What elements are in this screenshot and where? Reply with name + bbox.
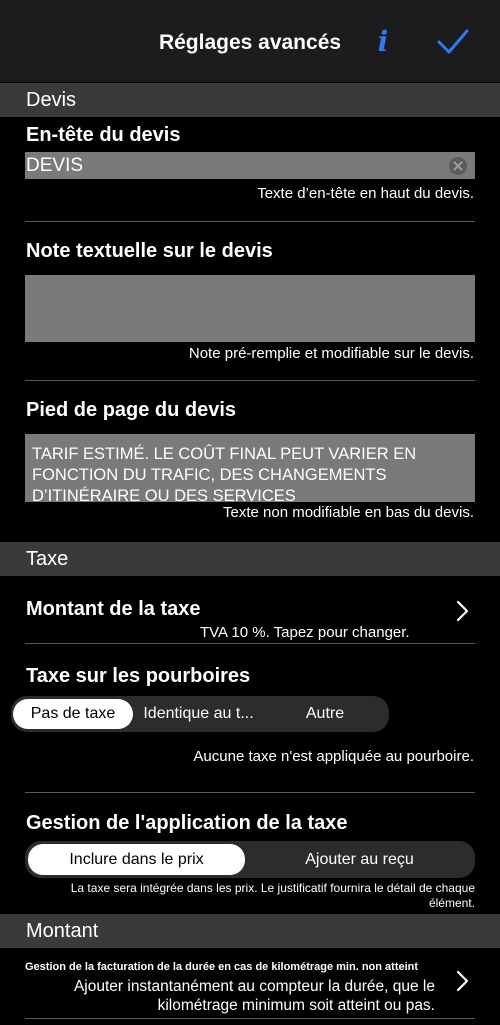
- entete-hint: Texte d’en-tête en haut du devis.: [257, 185, 474, 202]
- apply-option-include[interactable]: Inclure dans le prix: [28, 844, 245, 875]
- footer-value: TARIF ESTIMÉ. LE COÛT FINAL PEUT VARIER …: [32, 445, 417, 502]
- page-title: Réglages avancés: [158, 31, 342, 54]
- clear-icon[interactable]: [449, 157, 467, 175]
- divider: [25, 643, 475, 644]
- apply-option-receipt[interactable]: Ajouter au reçu: [247, 844, 472, 875]
- note-hint: Note pré-remplie et modifiable sur le de…: [188, 345, 474, 362]
- navigation-bar: Réglages avancés i: [0, 0, 500, 82]
- duration-billing-label: Gestion de la facturation de la durée en…: [25, 961, 419, 973]
- tips-option-other[interactable]: Autre: [264, 699, 386, 729]
- duration-billing-row[interactable]: Gestion de la facturation de la durée en…: [0, 952, 500, 1018]
- divider: [25, 221, 475, 222]
- tax-apply-segmented-control[interactable]: Inclure dans le prix Ajouter au reçu: [25, 841, 475, 878]
- tips-tax-hint: Aucune taxe n'est appliquée au pourboire…: [193, 748, 474, 765]
- chevron-right-icon: [456, 970, 469, 992]
- tax-amount-row[interactable]: Montant de la taxe TVA 10 %. Tapez pour …: [0, 586, 500, 642]
- footer-label: Pied de page du devis: [26, 399, 237, 421]
- footer-hint: Texte non modifiable en bas du devis.: [223, 504, 474, 521]
- tips-option-same[interactable]: Identique au t...: [135, 699, 262, 729]
- tips-tax-label: Taxe sur les pourboires: [26, 665, 251, 687]
- chevron-right-icon: [456, 600, 469, 622]
- checkmark-icon[interactable]: [436, 28, 470, 56]
- section-title: Montant: [26, 920, 99, 942]
- note-label: Note textuelle sur le devis: [26, 240, 273, 262]
- tax-amount-hint: TVA 10 %. Tapez pour changer.: [200, 624, 410, 641]
- tax-apply-hint: La taxe sera intégrée dans les prix. Le …: [70, 881, 475, 910]
- footer-field: TARIF ESTIMÉ. LE COÛT FINAL PEUT VARIER …: [25, 434, 475, 502]
- entete-field[interactable]: DEVIS: [25, 152, 475, 179]
- section-header-montant: Montant: [0, 914, 500, 948]
- section-header-devis: Devis: [0, 83, 500, 117]
- tips-option-none[interactable]: Pas de taxe: [13, 699, 133, 729]
- divider: [25, 792, 475, 793]
- section-title: Taxe: [26, 548, 69, 570]
- entete-value: DEVIS: [26, 155, 84, 176]
- tips-tax-segmented-control[interactable]: Pas de taxe Identique au t... Autre: [11, 696, 389, 732]
- section-header-taxe: Taxe: [0, 542, 500, 576]
- divider: [25, 1018, 475, 1019]
- tax-amount-label: Montant de la taxe: [26, 598, 201, 620]
- note-field[interactable]: [25, 275, 475, 342]
- tax-apply-label: Gestion de l'application de la taxe: [26, 812, 348, 834]
- entete-label: En-tête du devis: [26, 124, 181, 146]
- duration-billing-hint: Ajouter instantanément au compteur la du…: [73, 978, 435, 1014]
- divider: [25, 380, 475, 381]
- section-title: Devis: [26, 89, 77, 111]
- info-icon[interactable]: i: [372, 26, 394, 58]
